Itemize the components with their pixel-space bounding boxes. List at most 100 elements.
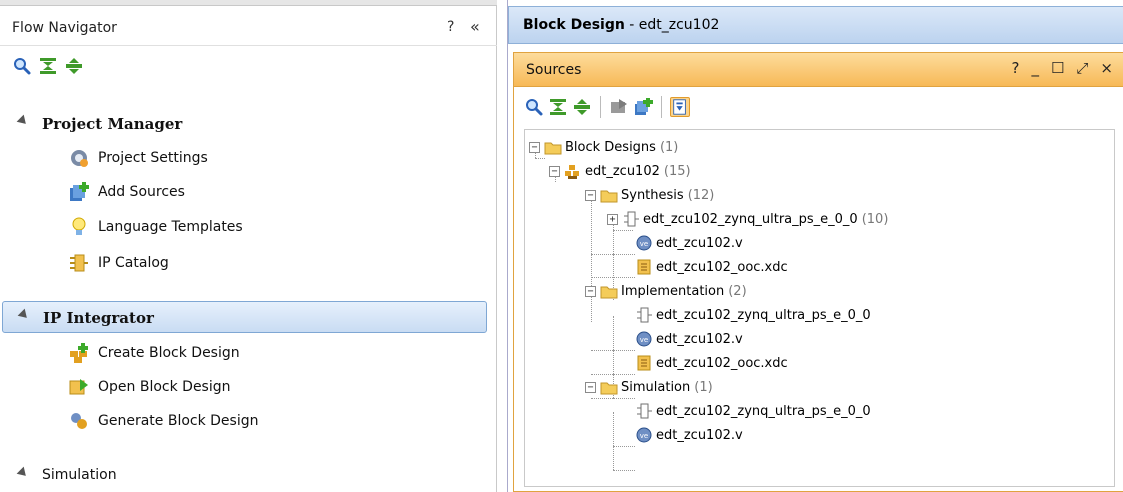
tree-node-edt-zcu102[interactable]: − edt_zcu102 (15) [549, 160, 691, 182]
tree-node-count: (1) [659, 139, 679, 155]
tree-connector [613, 374, 635, 375]
ip-icon [635, 402, 653, 420]
folder-icon [600, 282, 618, 300]
svg-text:ve: ve [640, 432, 648, 440]
tree-node-implementation[interactable]: − Implementation (2) [585, 280, 747, 302]
nav-item-label: Add Sources [98, 184, 185, 200]
expand-toggle[interactable]: + [607, 213, 618, 225]
tree-connector [613, 446, 635, 447]
nav-item-open-block-design[interactable]: Open Block Design [68, 373, 231, 401]
tree-connector [535, 158, 545, 159]
flow-navigator-header: Flow Navigator ? « [0, 12, 497, 46]
expand-all-icon[interactable] [572, 97, 592, 117]
ip-icon [622, 210, 640, 228]
xdc-icon [635, 258, 653, 276]
add-sources-icon[interactable] [633, 97, 653, 117]
flow-navigator-panel: Flow Navigator ? « Project Manager Proje… [0, 0, 497, 492]
window-buttons: ? _ ☐ ⤢ × [1011, 59, 1113, 77]
tree-connector [613, 398, 635, 399]
tree-node-synthesis[interactable]: − Synthesis (12) [585, 184, 714, 206]
section-title: Simulation [42, 467, 117, 483]
nav-item-label: Open Block Design [98, 379, 231, 395]
tree-connector [613, 277, 635, 278]
tree-node-syn-verilog[interactable]: ve edt_zcu102.v [635, 232, 743, 254]
nav-item-generate-block-design[interactable]: Generate Block Design [68, 407, 259, 435]
help-button[interactable]: ? [1011, 59, 1019, 77]
xdc-icon [635, 354, 653, 372]
nav-item-label: Project Settings [98, 150, 208, 166]
nav-item-ip-catalog[interactable]: IP Catalog [68, 249, 169, 277]
toolbar-separator [600, 96, 601, 118]
tree-connector [591, 374, 613, 375]
search-icon[interactable] [12, 56, 32, 76]
minimize-button[interactable]: _ [1031, 59, 1039, 77]
ip-icon [635, 306, 653, 324]
help-button[interactable]: ? [447, 19, 454, 35]
expanded-triangle-icon [17, 308, 31, 322]
nav-item-label: Generate Block Design [98, 413, 259, 429]
section-title: Project Manager [42, 115, 183, 133]
tree-node-label: Block Designs [565, 139, 656, 155]
block-design-header[interactable]: Block Design - edt_zcu102 [508, 6, 1123, 44]
lightbulb-icon [68, 216, 90, 238]
collapse-toggle[interactable]: − [585, 381, 596, 393]
collapse-toggle[interactable]: − [585, 285, 596, 297]
section-project-manager[interactable]: Project Manager [0, 108, 497, 140]
maximize-button[interactable]: ☐ [1051, 59, 1064, 77]
tree-node-count: (12) [687, 187, 715, 203]
tree-connector [591, 194, 592, 322]
collapse-all-icon[interactable] [548, 97, 568, 117]
tree-connector [613, 230, 633, 231]
verilog-icon: ve [635, 234, 653, 252]
nav-item-add-sources[interactable]: Add Sources [68, 178, 185, 206]
float-button[interactable]: ⤢ [1076, 59, 1088, 77]
verilog-icon: ve [635, 330, 653, 348]
nav-item-language-templates[interactable]: Language Templates [68, 213, 243, 241]
open-folder-icon[interactable] [609, 97, 629, 117]
tree-node-sim-ip[interactable]: edt_zcu102_zynq_ultra_ps_e_0_0 [635, 400, 871, 422]
tree-node-count: (10) [861, 211, 889, 227]
tree-node-sim-verilog[interactable]: ve edt_zcu102.v [635, 424, 743, 446]
section-title: IP Integrator [43, 309, 154, 327]
search-icon[interactable] [524, 97, 544, 117]
tree-connector [591, 350, 613, 351]
tree-node-impl-ip[interactable]: edt_zcu102_zynq_ultra_ps_e_0_0 [635, 304, 871, 326]
nav-item-project-settings[interactable]: Project Settings [68, 144, 208, 172]
tree-node-impl-verilog[interactable]: ve edt_zcu102.v [635, 328, 743, 350]
section-simulation[interactable]: Simulation [0, 460, 497, 492]
tree-node-syn-xdc[interactable]: edt_zcu102_ooc.xdc [635, 256, 788, 278]
tree-node-syn-ip[interactable]: + edt_zcu102_zynq_ultra_ps_e_0_0 (10) [607, 208, 888, 230]
tree-connector [613, 412, 614, 470]
sources-window: Sources ? _ ☐ ⤢ × − Block Designs (1) − … [513, 52, 1123, 492]
block-design-icon [564, 162, 582, 180]
toolbar-separator [661, 96, 662, 118]
sources-header[interactable]: Sources ? _ ☐ ⤢ × [514, 53, 1123, 87]
flow-navigator-toolbar [12, 52, 84, 80]
sources-title: Sources [526, 62, 582, 78]
section-ip-integrator[interactable]: IP Integrator [2, 301, 487, 333]
expanded-triangle-icon [16, 114, 30, 128]
expand-all-icon[interactable] [64, 56, 84, 76]
collapse-toggle[interactable]: − [549, 165, 560, 177]
tree-node-simulation[interactable]: − Simulation (1) [585, 376, 713, 398]
collapse-toggle[interactable]: − [585, 189, 596, 201]
top-divider [0, 0, 497, 6]
open-block-design-icon [68, 376, 90, 398]
tree-node-label: edt_zcu102.v [656, 427, 743, 443]
close-button[interactable]: × [1100, 59, 1113, 77]
tree-node-count: (15) [663, 163, 691, 179]
block-design-title-name: - edt_zcu102 [624, 17, 720, 33]
tree-node-impl-xdc[interactable]: edt_zcu102_ooc.xdc [635, 352, 788, 374]
folder-icon [600, 378, 618, 396]
nav-item-label: Language Templates [98, 219, 243, 235]
hierarchy-update-icon[interactable] [670, 97, 690, 117]
sources-tree: − Block Designs (1) − edt_zcu102 (15) − … [524, 129, 1115, 487]
collapse-panel-button[interactable]: « [470, 17, 480, 36]
tree-node-label: edt_zcu102_ooc.xdc [656, 259, 788, 275]
tree-node-block-designs[interactable]: − Block Designs (1) [529, 136, 678, 158]
nav-item-create-block-design[interactable]: Create Block Design [68, 339, 240, 367]
svg-text:ve: ve [640, 336, 648, 344]
collapse-all-icon[interactable] [38, 56, 58, 76]
collapse-toggle[interactable]: − [529, 141, 540, 153]
svg-text:ve: ve [640, 240, 648, 248]
